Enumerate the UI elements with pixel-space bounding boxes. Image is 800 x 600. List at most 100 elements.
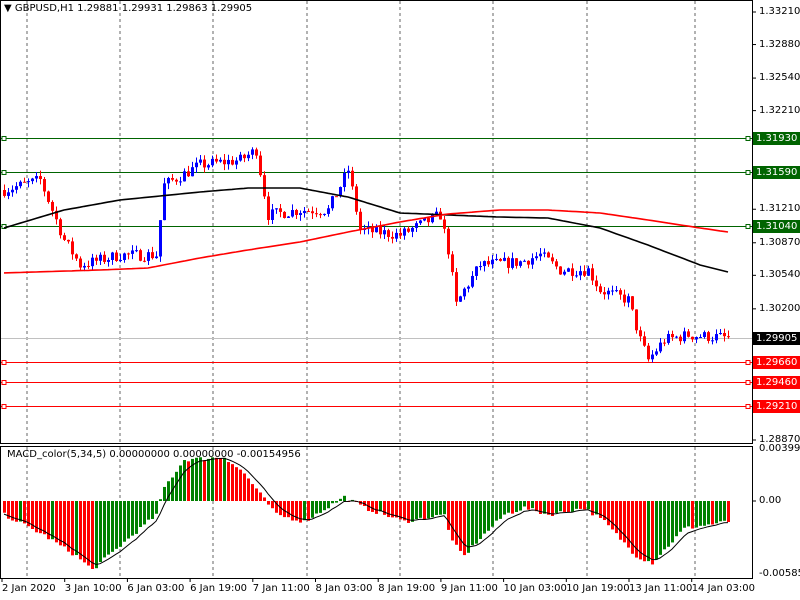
macd-histogram-bar xyxy=(447,501,450,530)
candle-bullish xyxy=(15,186,18,190)
candle-bearish xyxy=(671,333,674,338)
candle-bearish xyxy=(243,154,246,159)
candle-bullish xyxy=(331,196,334,209)
level-handle-left xyxy=(1,136,7,141)
candle-bearish xyxy=(727,336,730,338)
macd-histogram-bar xyxy=(527,501,530,510)
candle-bullish xyxy=(199,159,202,163)
candle-bullish xyxy=(519,261,522,266)
macd-histogram-bar xyxy=(663,501,666,550)
dropdown-arrow-icon[interactable]: ▼ xyxy=(4,3,12,14)
macd-histogram-bar xyxy=(727,501,730,523)
price-chart[interactable] xyxy=(0,0,800,600)
candle-bearish xyxy=(67,239,70,242)
candle-bullish xyxy=(239,154,242,161)
candle-bearish xyxy=(499,258,502,261)
candle-bearish xyxy=(359,211,362,231)
macd-histogram-bar xyxy=(263,497,266,501)
candle-bullish xyxy=(495,258,498,260)
macd-histogram-bar xyxy=(159,499,162,501)
candle-bullish xyxy=(167,178,170,184)
current-price-tag: 1.29905 xyxy=(753,331,800,345)
candle-bullish xyxy=(699,337,702,339)
open-price: 1.29881 xyxy=(77,3,119,14)
macd-histogram-bar xyxy=(567,501,570,513)
candle-bullish xyxy=(123,253,126,260)
candle-bearish xyxy=(319,214,322,216)
candle-bullish xyxy=(563,271,566,275)
macd-name: MACD_color(5,34,5) xyxy=(7,449,107,460)
candle-bearish xyxy=(79,258,82,268)
mt4-chart-window[interactable]: ▼ GBPUSD,H1 1.29881 1.29931 1.29863 1.29… xyxy=(0,0,800,600)
candle-bearish xyxy=(691,336,694,340)
candle-bullish xyxy=(99,254,102,261)
time-axis-label: 6 Jan 19:00 xyxy=(190,583,248,594)
macd-histogram-bar xyxy=(303,501,306,521)
macd-histogram-bar xyxy=(127,501,130,539)
macd-histogram-bar xyxy=(559,501,562,512)
macd-histogram-bar xyxy=(443,501,446,515)
candle-bearish xyxy=(559,266,562,275)
candle-bullish xyxy=(467,286,470,289)
price-axis-label: 1.30540 xyxy=(759,269,800,281)
macd-histogram-bar xyxy=(451,501,454,541)
macd-histogram-bar xyxy=(411,501,414,522)
time-axis-label: 2 Jan 2020 xyxy=(2,583,56,594)
macd-histogram-bar xyxy=(571,501,574,512)
candle-bearish xyxy=(283,211,286,218)
candle-bullish xyxy=(711,340,714,342)
candle-bearish xyxy=(547,252,550,258)
candle-bearish xyxy=(379,226,382,235)
candle-bullish xyxy=(31,178,34,182)
macd-histogram-bar xyxy=(715,501,718,524)
macd-histogram-bar xyxy=(387,501,390,518)
candle-bearish xyxy=(603,292,606,295)
macd-histogram-bar xyxy=(251,484,254,501)
macd-histogram-bar xyxy=(267,501,270,505)
candle-bullish xyxy=(327,208,330,214)
macd-histogram-bar xyxy=(607,501,610,526)
candle-bullish xyxy=(675,336,678,338)
candle-bullish xyxy=(291,210,294,217)
candle-bullish xyxy=(343,172,346,188)
candle-bearish xyxy=(103,254,106,262)
macd-histogram-bar xyxy=(19,501,22,522)
candle-bearish xyxy=(635,309,638,331)
macd-histogram-bar xyxy=(83,501,86,563)
candle-bullish xyxy=(535,256,538,259)
candle-bullish xyxy=(135,250,138,252)
candle-bullish xyxy=(463,288,466,297)
candle-bullish xyxy=(155,256,158,259)
macd-histogram-bar xyxy=(579,501,582,509)
candle-bullish xyxy=(179,181,182,183)
candle-bearish xyxy=(263,175,266,197)
candle-bullish xyxy=(403,228,406,236)
candle-bullish xyxy=(287,216,290,218)
macd-histogram-bar xyxy=(315,501,318,514)
macd-histogram-bar xyxy=(123,501,126,542)
candle-bullish xyxy=(695,337,698,340)
candle-bearish xyxy=(619,290,622,295)
macd-histogram-bar xyxy=(111,501,114,552)
macd-histogram-bar xyxy=(175,471,178,501)
candle-bullish xyxy=(323,213,326,215)
macd-histogram-bar xyxy=(59,501,62,546)
candle-bullish xyxy=(667,333,670,343)
time-axis-label: 3 Jan 10:00 xyxy=(64,583,122,594)
candle-bullish xyxy=(11,189,14,193)
macd-histogram-bar xyxy=(503,501,506,515)
level-handle-left xyxy=(1,380,7,385)
candle-bearish xyxy=(447,228,450,255)
candle-bullish xyxy=(627,296,630,303)
candle-bearish xyxy=(723,333,726,337)
level-handle-right xyxy=(745,170,751,175)
candle-bearish xyxy=(95,257,98,261)
price-axis-label: 1.32540 xyxy=(759,72,800,84)
candle-bearish xyxy=(551,257,554,262)
time-axis-label: 6 Jan 03:00 xyxy=(127,583,185,594)
macd-histogram-bar xyxy=(95,501,98,569)
candle-bullish xyxy=(119,259,122,261)
macd-histogram-bar xyxy=(195,457,198,501)
candle-bullish xyxy=(219,159,222,162)
candle-bearish xyxy=(171,178,174,180)
